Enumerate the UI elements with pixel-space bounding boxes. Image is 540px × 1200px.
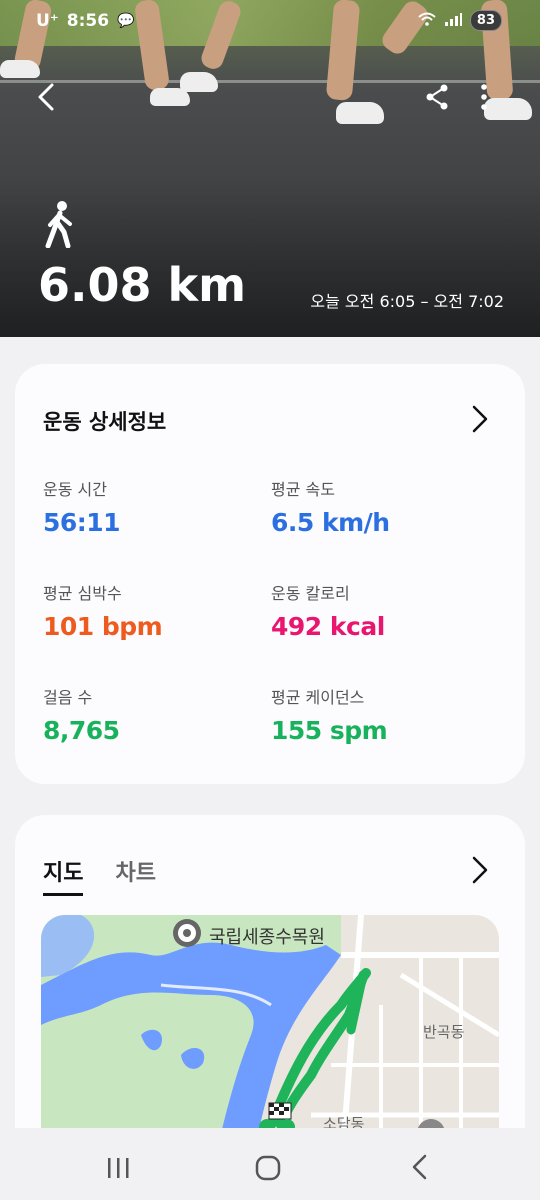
stat-label: 걸음 수 (43, 688, 93, 707)
hero-shade (0, 177, 540, 337)
stat-label: 평균 케이던스 (271, 688, 365, 707)
stat-value: 6.5 km/h (271, 508, 390, 537)
distance-value: 6.08 km (38, 258, 247, 312)
status-bar: U⁺ 8:56 💬 83 (0, 0, 540, 44)
carrier-label: U⁺ (36, 11, 59, 31)
tab-map[interactable]: 지도 (43, 855, 84, 896)
wifi-icon (418, 12, 436, 30)
stat-avg-heart-rate: 평균 심박수 101 bpm (43, 580, 163, 641)
home-icon[interactable] (248, 1146, 288, 1186)
road-line (0, 80, 540, 83)
stat-label: 평균 심박수 (43, 584, 122, 603)
stat-value: 155 spm (271, 716, 388, 745)
clock: 8:56 (66, 11, 110, 31)
stat-value: 492 kcal (271, 612, 385, 641)
chevron-right-icon[interactable] (469, 855, 491, 885)
stat-label: 평균 속도 (271, 480, 335, 499)
stat-steps: 걸음 수 8,765 (43, 684, 120, 745)
walking-icon (40, 200, 80, 249)
chevron-right-icon[interactable] (469, 404, 491, 434)
map-poi-label: 국립세종수목원 (209, 927, 325, 948)
signal-icon (444, 12, 462, 30)
more-vertical-icon[interactable] (474, 82, 494, 118)
workout-time-range: 오늘 오전 6:05 – 오전 7:02 (310, 292, 504, 311)
recent-apps-icon[interactable] (98, 1146, 138, 1186)
back-arrow-icon[interactable] (32, 82, 62, 118)
card-title: 운동 상세정보 (43, 410, 167, 434)
status-left: U⁺ 8:56 💬 (36, 11, 135, 31)
stat-duration: 운동 시간 56:11 (43, 476, 121, 537)
route-map[interactable]: 국립세종수목원 반곡동 소담동 (41, 915, 499, 1155)
system-nav-bar (0, 1128, 540, 1200)
map-district-label: 반곡동 (423, 1023, 465, 1041)
share-icon[interactable] (422, 82, 452, 118)
stat-calories: 운동 칼로리 492 kcal (271, 580, 385, 641)
back-icon[interactable] (400, 1146, 440, 1186)
status-right: 83 (418, 10, 502, 31)
map-tabs: 지도 차트 (43, 855, 156, 896)
stat-cadence: 평균 케이던스 155 spm (271, 684, 388, 745)
tab-chart[interactable]: 차트 (115, 855, 155, 896)
stat-value: 8,765 (43, 716, 120, 745)
stat-value: 56:11 (43, 508, 121, 537)
stat-label: 운동 시간 (43, 480, 107, 499)
stat-label: 운동 칼로리 (271, 584, 350, 603)
battery-badge: 83 (469, 10, 502, 31)
stat-value: 101 bpm (43, 612, 163, 641)
map-card: 지도 차트 국립세종수목원 반곡동 소담동 (15, 815, 525, 1155)
workout-details-card: 운동 상세정보 운동 시간 56:11 평균 속도 6.5 km/h 평균 심박… (15, 364, 525, 784)
message-icon: 💬 (117, 13, 135, 29)
stat-avg-speed: 평균 속도 6.5 km/h (271, 476, 390, 537)
